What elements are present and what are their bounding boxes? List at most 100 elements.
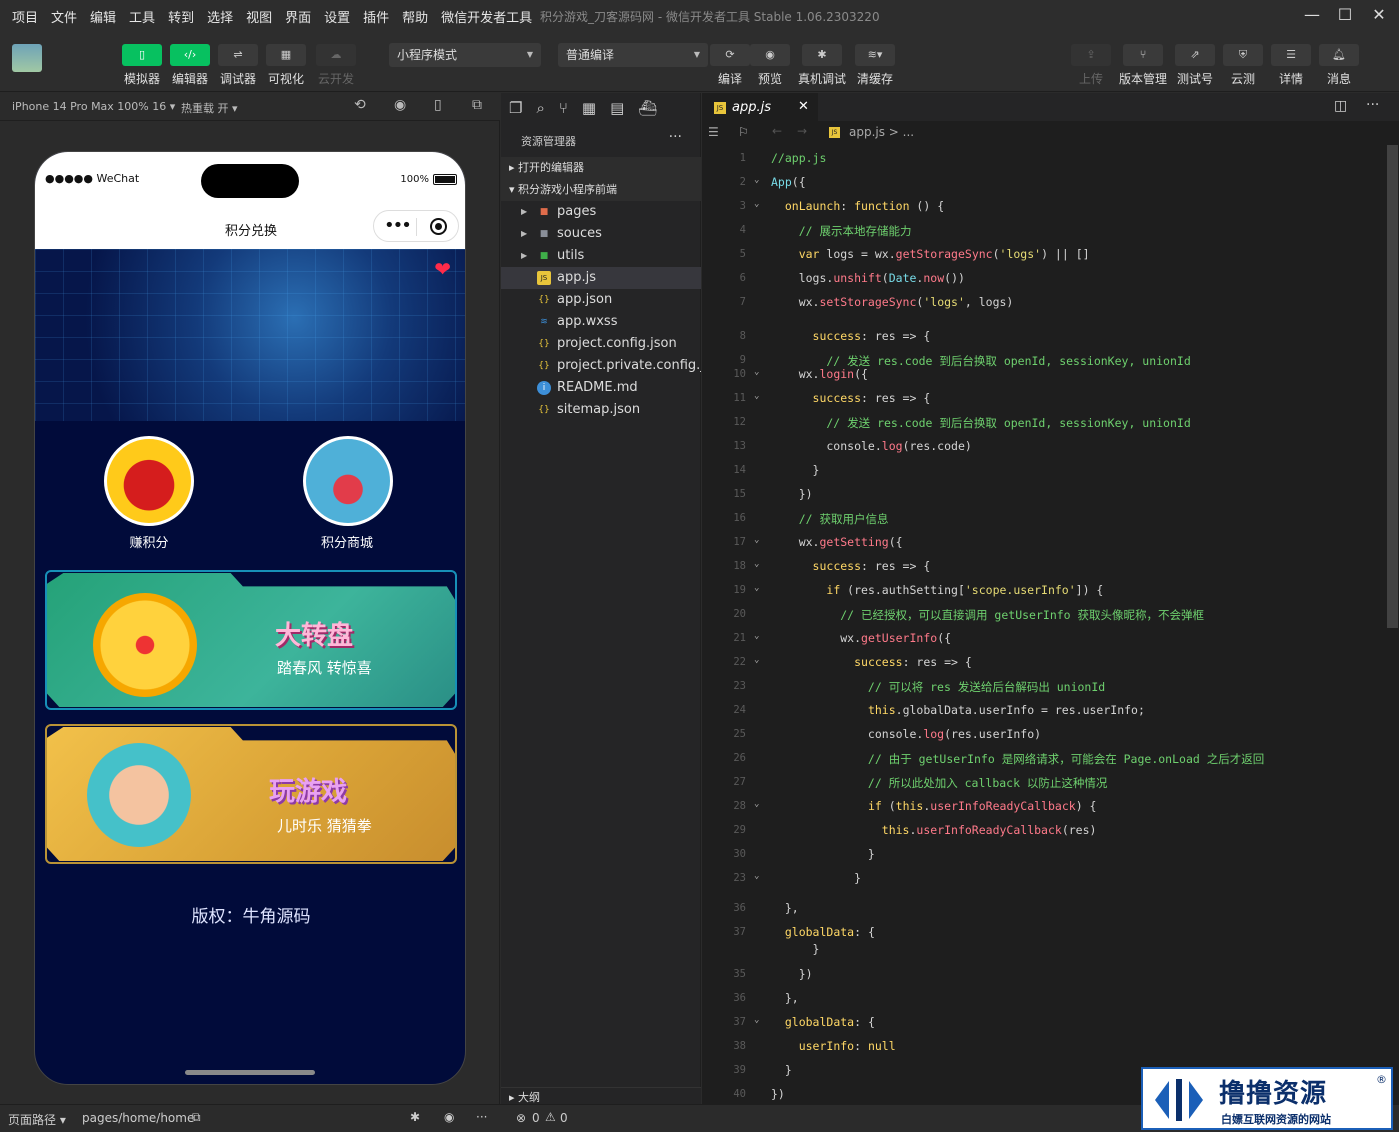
code-line[interactable]: globalData: {	[771, 925, 875, 939]
error-count[interactable]: 0	[532, 1111, 540, 1125]
mini-program-capsule[interactable]: •••	[373, 210, 459, 242]
tab-app-js[interactable]: JS app.js ✕	[702, 93, 818, 121]
menu-item[interactable]: 微信开发者工具	[441, 7, 532, 26]
code-line[interactable]: }	[771, 1063, 792, 1077]
fold-icon[interactable]: ⌄	[754, 535, 759, 545]
earn-points-label[interactable]: 赚积分	[84, 532, 214, 551]
menu-item[interactable]: 帮助	[402, 7, 428, 26]
menu-item[interactable]: 选择	[207, 7, 233, 26]
code-line[interactable]: logs.unshift(Date.now())	[771, 271, 965, 285]
bookmark-icon[interactable]: ⚐	[738, 125, 749, 139]
code-line[interactable]: }	[771, 463, 820, 477]
more-icon[interactable]: ···	[476, 1110, 487, 1124]
rotate-icon[interactable]: ⟲	[354, 97, 366, 113]
forward-icon[interactable]: →	[797, 124, 807, 138]
external-link-icon[interactable]: ⇗	[1175, 44, 1215, 66]
visual-toggle-label[interactable]: 可视化	[258, 70, 314, 87]
open-editors-section[interactable]: ▸ 打开的编辑器	[501, 157, 701, 179]
close-icon[interactable]: ✕	[798, 99, 809, 114]
code-line[interactable]: if (res.authSetting['scope.userInfo']) {	[771, 583, 1103, 597]
code-line[interactable]: // 所以此处加入 callback 以防止这种情况	[771, 775, 1108, 791]
clear-cache-button[interactable]: 清缓存	[847, 70, 903, 87]
menu-item[interactable]: 插件	[363, 7, 389, 26]
menu-item[interactable]: 设置	[324, 7, 350, 26]
chevron-right-icon[interactable]: ▶	[521, 245, 527, 267]
mode-select[interactable]: 小程序模式 ▼	[389, 43, 541, 67]
compile-select[interactable]: 普通编译 ▼	[558, 43, 708, 67]
tree-item-app-json[interactable]: {} app.json	[501, 289, 701, 311]
bug-icon[interactable]: ✱	[410, 1110, 420, 1124]
code-line[interactable]: success: res => {	[771, 655, 972, 669]
cloud-icon[interactable]: ☁	[316, 44, 356, 66]
upload-button[interactable]: 上传	[1063, 70, 1119, 87]
page-path-select[interactable]: 页面路径 ▾	[8, 1111, 66, 1128]
code-editor[interactable]: 1 //app.js 2 ⌄ App({3 ⌄ onLaunch: function ()…	[702, 145, 1386, 1105]
code-line[interactable]: })	[771, 967, 813, 981]
lucky-wheel-card[interactable]: 大转盘 踏春风 转惊喜	[47, 573, 455, 707]
code-line[interactable]: if (this.userInfoReadyCallback) {	[771, 799, 1097, 813]
tree-item-souces[interactable]: ▶ ■ souces	[501, 223, 701, 245]
fold-icon[interactable]: ⌄	[754, 391, 759, 401]
code-line[interactable]: globalData: {	[771, 1015, 875, 1029]
storage-icon[interactable]: ▤	[610, 99, 624, 117]
play-game-card[interactable]: 玩游戏 儿时乐 猜猜拳	[47, 727, 455, 861]
code-line[interactable]: })	[771, 1087, 785, 1101]
earn-points-icon[interactable]	[104, 436, 194, 526]
heart-icon[interactable]: ❤	[434, 257, 451, 281]
tree-item-app-wxss[interactable]: ≋ app.wxss	[501, 311, 701, 333]
eye-icon[interactable]: ◉	[444, 1110, 454, 1124]
layers-icon[interactable]: ≋▾	[855, 44, 895, 66]
minimize-icon[interactable]: —	[1301, 4, 1323, 26]
code-line[interactable]: console.log(res.userInfo)	[771, 727, 1041, 741]
hot-reload-toggle[interactable]: 热重载 开 ▾	[181, 100, 238, 116]
files-icon[interactable]: ❐	[509, 99, 522, 117]
code-line[interactable]: }	[771, 942, 820, 956]
tree-item-project-private-config-js[interactable]: {} project.private.config.js...	[501, 355, 701, 377]
fold-icon[interactable]: ⌄	[754, 1015, 759, 1025]
code-line[interactable]: }	[771, 871, 861, 885]
code-line[interactable]: },	[771, 991, 799, 1005]
code-line[interactable]: })	[771, 487, 813, 501]
fold-icon[interactable]: ⌄	[754, 583, 759, 593]
fold-icon[interactable]: ⌄	[754, 367, 759, 377]
code-line[interactable]: // 发送 res.code 到后台换取 openId, sessionKey,…	[771, 415, 1190, 431]
code-line[interactable]: // 展示本地存储能力	[771, 223, 912, 239]
code-line[interactable]: // 已经授权，可以直接调用 getUserInfo 获取头像昵称，不会弹框	[771, 607, 1204, 623]
list-icon[interactable]: ☰	[708, 125, 719, 139]
code-line[interactable]: wx.getSetting({	[771, 535, 903, 549]
tree-item-project-config-json[interactable]: {} project.config.json	[501, 333, 701, 355]
code-line[interactable]: wx.getUserInfo({	[771, 631, 951, 645]
code-line[interactable]: userInfo: null	[771, 1039, 896, 1053]
page-path[interactable]: pages/home/home	[82, 1111, 194, 1125]
code-line[interactable]: // 获取用户信息	[771, 511, 889, 527]
fold-icon[interactable]: ⌄	[754, 199, 759, 209]
refresh-icon[interactable]: ⟳	[710, 44, 750, 66]
editor-scrollbar[interactable]	[1386, 145, 1399, 1105]
stop-icon[interactable]: ◉	[394, 97, 406, 113]
menu-item[interactable]: 界面	[285, 7, 311, 26]
eye-icon[interactable]: ◉	[750, 44, 790, 66]
code-line[interactable]: success: res => {	[771, 329, 931, 343]
avatar[interactable]	[12, 44, 42, 72]
code-line[interactable]: },	[771, 901, 799, 915]
project-section[interactable]: ▾ 积分游戏小程序前端	[501, 179, 701, 201]
code-line[interactable]: //app.js	[771, 151, 826, 165]
warning-count[interactable]: 0	[560, 1111, 568, 1125]
maximize-icon[interactable]: ☐	[1334, 4, 1356, 26]
warning-icon[interactable]: ⚠	[545, 1110, 556, 1124]
code-icon[interactable]: ‹/›	[170, 44, 210, 66]
debug-icon[interactable]: ⇌	[218, 44, 258, 66]
version-button[interactable]: 版本管理	[1115, 70, 1171, 87]
code-line[interactable]: App({	[771, 175, 806, 189]
chevron-right-icon[interactable]: ▶	[521, 201, 527, 223]
code-line[interactable]: success: res => {	[771, 391, 931, 405]
menu-item[interactable]: 视图	[246, 7, 272, 26]
code-line[interactable]: this.userInfoReadyCallback(res)	[771, 823, 1097, 837]
chevron-right-icon[interactable]: ▶	[521, 223, 527, 245]
fold-icon[interactable]: ⌄	[754, 799, 759, 809]
extensions-icon[interactable]: ▦	[582, 99, 596, 117]
code-line[interactable]: console.log(res.code)	[771, 439, 971, 453]
close-target-icon[interactable]	[430, 218, 447, 235]
code-line[interactable]: // 可以将 res 发送给后台解码出 unionId	[771, 679, 1105, 695]
tree-item-readme-md[interactable]: i README.md	[501, 377, 701, 399]
